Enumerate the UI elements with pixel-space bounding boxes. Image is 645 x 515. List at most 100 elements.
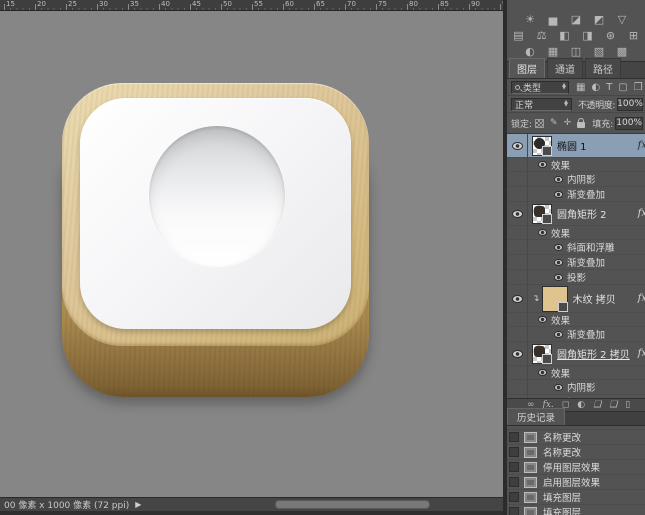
blend-mode-select[interactable]: 正常 ▲▼ (511, 98, 572, 111)
panel-tab[interactable]: 通道 (547, 58, 583, 78)
layer-row[interactable]: ↴ 圆角矩形 2 拷贝 fx (507, 342, 645, 366)
lock-position-icon[interactable]: ✛ (564, 117, 572, 129)
history-item[interactable]: 启用图层效果 (507, 475, 645, 490)
history-source-checkbox[interactable] (509, 462, 519, 472)
filter-type-layers-icon[interactable]: T (606, 81, 612, 94)
layer-row[interactable]: ↴ 渐变叠加 (507, 327, 645, 342)
layer-row[interactable]: ↴ 投影 (507, 395, 645, 398)
channel-mixer-icon[interactable]: ⊛ (603, 24, 618, 37)
gradient-map-icon[interactable]: ▩ (615, 40, 630, 53)
layer-row[interactable]: ↴ 内阴影 (507, 172, 645, 187)
effect-visibility-eye-icon[interactable] (554, 191, 563, 198)
layer-thumbnail[interactable] (532, 204, 552, 224)
layer-thumbnail[interactable] (532, 344, 552, 364)
filter-pixel-layers-icon[interactable]: ▦ (576, 81, 585, 94)
layer-name[interactable]: 圆角矩形 2 拷贝 (557, 346, 630, 361)
layer-row[interactable]: ↴ 效果 (507, 313, 645, 327)
effect-visibility-eye-icon[interactable] (554, 331, 563, 338)
brightness-contrast-icon[interactable]: ☀ (523, 8, 538, 21)
layer-fx-badge[interactable]: fx (638, 208, 645, 219)
layer-name[interactable]: 渐变叠加 (567, 255, 605, 269)
history-tab[interactable]: 历史记录 (507, 408, 565, 425)
layer-row[interactable]: ↴ 投影 (507, 270, 645, 285)
layer-row[interactable]: ↴ 斜面和浮雕 (507, 240, 645, 255)
layer-name[interactable]: 斜面和浮雕 (567, 240, 615, 254)
visibility-eye-icon[interactable] (512, 142, 523, 150)
panel-tab[interactable]: 路径 (585, 58, 621, 78)
curves-icon[interactable]: ◪ (569, 8, 584, 21)
levels-icon[interactable]: ▅ (546, 8, 561, 21)
history-source-checkbox[interactable] (509, 447, 519, 457)
history-item[interactable]: 停用图层效果 (507, 460, 645, 475)
visibility-eye-icon[interactable] (512, 295, 523, 303)
horizontal-scrollbar-thumb[interactable] (275, 500, 430, 509)
layer-name[interactable]: 投影 (567, 270, 586, 284)
layer-thumbnail[interactable] (542, 286, 568, 312)
layer-fx-badge[interactable]: fx (638, 293, 645, 304)
filter-shape-layers-icon[interactable]: ▢ (618, 81, 627, 94)
lock-transparent-pixels-icon[interactable] (535, 119, 544, 128)
effect-visibility-eye-icon[interactable] (538, 161, 547, 168)
posterize-icon[interactable]: ▦ (546, 40, 561, 53)
layer-name[interactable]: 内阴影 (567, 380, 596, 394)
layer-row[interactable]: ↴ 效果 (507, 366, 645, 380)
layer-name[interactable]: 内阴影 (567, 172, 596, 186)
effect-visibility-eye-icon[interactable] (554, 384, 563, 391)
layer-row[interactable]: ↴ 渐变叠加 (507, 255, 645, 270)
new-group-icon[interactable]: ❑ (593, 399, 601, 411)
filter-smart-objects-icon[interactable]: ❒ (634, 81, 643, 94)
vibrance-icon[interactable]: ▽ (615, 8, 630, 21)
delete-layer-icon[interactable]: ▯ (625, 399, 630, 411)
layer-fx-badge[interactable]: fx (638, 348, 645, 359)
effect-visibility-eye-icon[interactable] (538, 229, 547, 236)
history-item[interactable]: 名称更改 (507, 445, 645, 460)
layer-row[interactable]: ↴ 效果 (507, 158, 645, 172)
canvas[interactable] (0, 12, 503, 497)
exposure-icon[interactable]: ◩ (592, 8, 607, 21)
history-source-checkbox[interactable] (509, 477, 519, 487)
layer-name[interactable]: 椭圆 1 (557, 138, 587, 153)
effect-visibility-eye-icon[interactable] (554, 176, 563, 183)
new-layer-icon[interactable]: ❏ (609, 399, 617, 411)
color-balance-icon[interactable]: ⚖ (534, 24, 549, 37)
history-item[interactable]: 名称更改 (507, 430, 645, 445)
layer-name[interactable]: 圆角矩形 2 (557, 206, 607, 221)
effect-visibility-eye-icon[interactable] (538, 369, 547, 376)
selective-color-icon[interactable]: ▧ (592, 40, 607, 53)
layer-fx-badge[interactable]: fx (638, 140, 645, 151)
lock-all-icon[interactable] (577, 122, 585, 128)
effect-visibility-eye-icon[interactable] (554, 274, 563, 281)
layer-row[interactable]: ↴ 木纹 拷贝 fx (507, 285, 645, 313)
visibility-eye-icon[interactable] (512, 350, 523, 358)
hue-saturation-icon[interactable]: ▤ (511, 24, 526, 37)
black-white-icon[interactable]: ◧ (557, 24, 572, 37)
opacity-value[interactable]: 100% (617, 98, 643, 111)
layer-name[interactable]: 木纹 拷贝 (573, 291, 616, 306)
visibility-eye-icon[interactable] (512, 210, 523, 218)
fill-value[interactable]: 100% (615, 117, 643, 130)
status-menu-arrow-icon[interactable]: ▶ (135, 500, 141, 509)
invert-icon[interactable]: ◐ (523, 40, 538, 53)
history-item[interactable]: 填充图层 (507, 490, 645, 505)
layer-row[interactable]: ↴ 渐变叠加 (507, 187, 645, 202)
layer-row[interactable]: ↴ 椭圆 1 fx (507, 134, 645, 158)
layer-name[interactable]: 渐变叠加 (567, 187, 605, 201)
layer-thumbnail[interactable] (532, 136, 552, 156)
layer-row[interactable]: ↴ 圆角矩形 2 fx (507, 202, 645, 226)
color-lookup-icon[interactable]: ⊞ (626, 24, 641, 37)
photo-filter-icon[interactable]: ◨ (580, 24, 595, 37)
new-adjustment-layer-icon[interactable]: ◐ (577, 399, 585, 411)
layer-name[interactable]: 效果 (551, 366, 570, 380)
layer-name[interactable]: 效果 (551, 158, 570, 172)
history-source-checkbox[interactable] (509, 492, 519, 502)
effect-visibility-eye-icon[interactable] (538, 316, 547, 323)
history-source-checkbox[interactable] (509, 507, 519, 515)
history-source-checkbox[interactable] (509, 432, 519, 442)
lock-image-pixels-icon[interactable]: ✎ (550, 117, 558, 129)
layer-row[interactable]: ↴ 效果 (507, 226, 645, 240)
layer-row[interactable]: ↴ 内阴影 (507, 380, 645, 395)
filter-kind-select[interactable]: 类型 ▲▼ (511, 81, 569, 94)
effect-visibility-eye-icon[interactable] (554, 259, 563, 266)
history-item[interactable]: 填充图层 (507, 505, 645, 515)
layer-name[interactable]: 效果 (551, 313, 570, 327)
